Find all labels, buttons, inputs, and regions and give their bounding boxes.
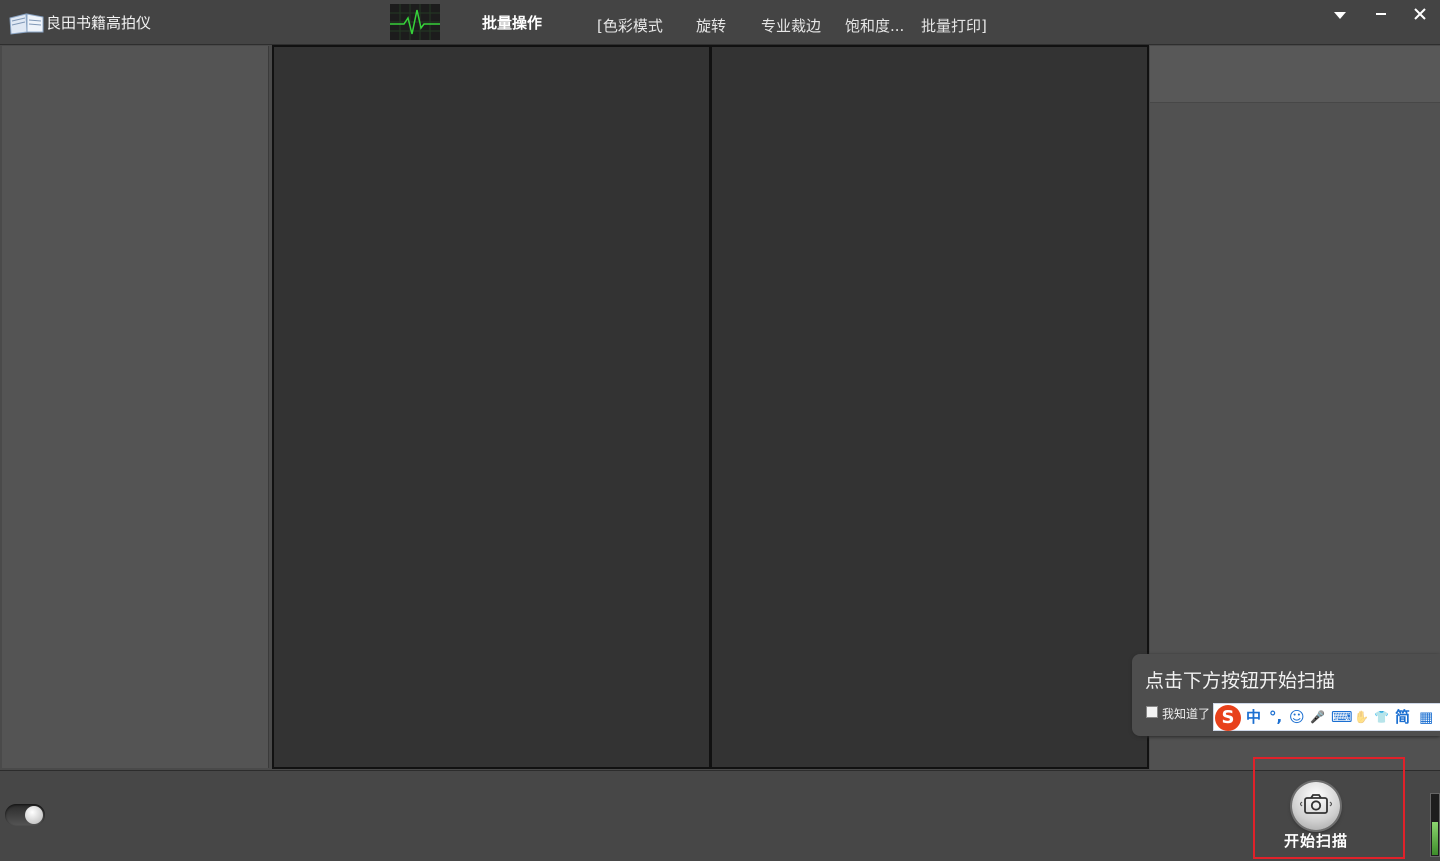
close-button[interactable] [1407,4,1433,26]
dropdown-button[interactable] [1327,4,1353,26]
preview-viewer [272,45,1149,769]
settings-panel-header [1150,46,1440,103]
smiley-icon[interactable]: ☺ [1289,707,1305,727]
start-scan-label: 开始扫描 [1284,832,1349,850]
preview-toggle-switch[interactable] [5,804,45,826]
ime-menu-grid-icon[interactable]: ▦ [1419,707,1433,727]
ime-chinese-mode[interactable]: 中 [1246,707,1261,727]
thumbnail-panel [2,46,269,768]
ime-punctuation[interactable]: °, [1269,707,1282,727]
app-title: 良田书籍高拍仪 [46,14,152,32]
camera-icon [1300,794,1332,814]
start-scan-button[interactable] [1292,782,1340,830]
close-icon [1414,8,1426,20]
right-page-preview [712,47,1147,767]
minimize-button[interactable] [1368,4,1394,26]
left-page-preview [274,47,709,767]
ime-toolbar: S 中 °, ☺ 🎤 ⌨ ✋ 👕 简 ▦ [1213,703,1440,731]
ime-simplified[interactable]: 简 [1395,707,1410,727]
menu-rotate[interactable]: 旋转 [696,15,726,36]
dont-show-again-label[interactable]: 我知道了 [1162,705,1210,722]
dropdown-icon [1334,12,1346,19]
keyboard-icon[interactable]: ⌨ [1331,707,1353,727]
bottom-toolbar: 开始扫描 [0,757,1440,861]
heartbeat-monitor-icon [390,4,440,40]
menu-pro-crop[interactable]: 专业裁边 [761,15,821,36]
scan-hint-text: 点击下方按钮开始扫描 [1145,670,1336,692]
skin-icon[interactable]: 👕 [1374,707,1389,727]
menu-saturation[interactable]: 饱和度... [845,15,904,36]
dont-show-again-checkbox[interactable] [1146,706,1158,718]
hand-icon[interactable]: ✋ [1354,707,1369,727]
menu-batch-print[interactable]: 批量打印] [921,15,987,36]
menu-batch-operations[interactable]: 批量操作 [482,12,542,33]
menu-color-mode[interactable]: [色彩模式 [597,15,663,36]
sogou-logo-icon[interactable]: S [1215,705,1241,731]
toggle-knob [25,806,43,824]
level-meter-fill [1432,822,1438,855]
title-bar: 良田书籍高拍仪 批量操作 [色彩模式 旋转 专业裁边 饱和度... 批量打印] [0,0,1440,45]
book-logo-icon [9,13,44,35]
level-meter [1430,793,1440,857]
microphone-icon[interactable]: 🎤 [1310,707,1325,727]
minimize-icon [1376,13,1386,15]
